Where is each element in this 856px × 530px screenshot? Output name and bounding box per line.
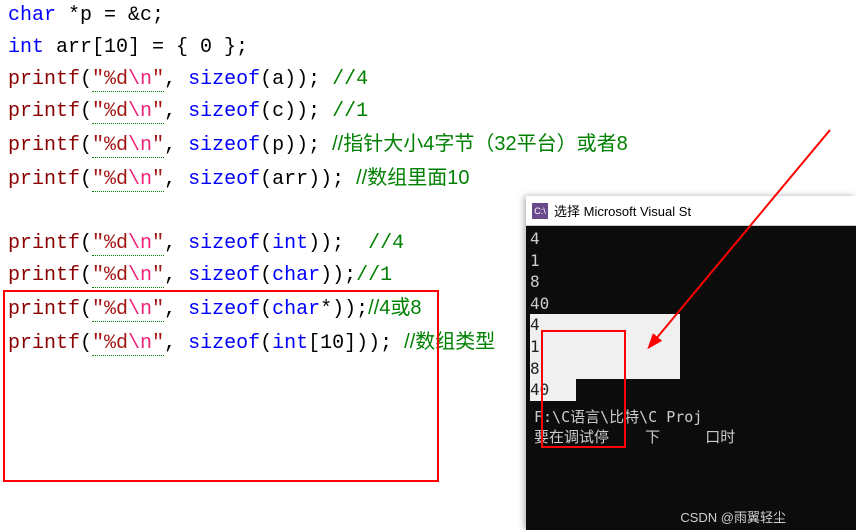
output-line: 4: [530, 314, 852, 336]
code-line: char *p = &c;: [8, 0, 848, 32]
output-line: 8: [530, 358, 852, 380]
output-line: 4: [530, 228, 852, 250]
code-line: printf("%d\n", sizeof(c)); //1: [8, 96, 848, 128]
code-line: int arr[10] = { 0 };: [8, 32, 848, 64]
console-path: F:\C语言\比特\C Proj: [530, 407, 852, 427]
output-line: 1: [530, 336, 852, 358]
console-icon: C:\: [532, 203, 548, 219]
code-line: printf("%d\n", sizeof(a)); //4: [8, 64, 848, 96]
output-line: 8: [530, 271, 852, 293]
output-line: 40: [530, 293, 852, 315]
code-line: printf("%d\n", sizeof(p)); //指针大小4字节（32平…: [8, 128, 848, 162]
output-line: 40: [530, 379, 852, 401]
console-output[interactable]: 4 1 8 40 4 1 8 40 F:\C语言\比特\C Proj 要在调试停…: [526, 226, 856, 449]
console-title-text: 选择 Microsoft Visual St: [554, 201, 691, 220]
code-line: printf("%d\n", sizeof(arr)); //数组里面10: [8, 162, 848, 196]
output-line: 1: [530, 250, 852, 272]
console-window[interactable]: C:\ 选择 Microsoft Visual St 4 1 8 40 4 1 …: [526, 196, 856, 530]
console-titlebar[interactable]: C:\ 选择 Microsoft Visual St: [526, 196, 856, 226]
console-path: 要在调试停 下 口时: [530, 427, 852, 447]
